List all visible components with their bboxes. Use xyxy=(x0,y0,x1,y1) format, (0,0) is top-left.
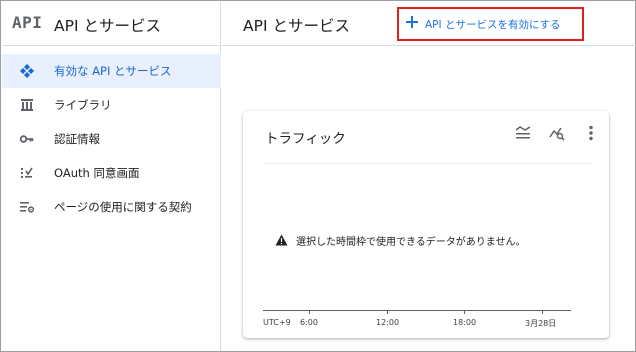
sidebar-item-credentials[interactable]: 認証情報 xyxy=(2,122,221,156)
app-window: API API とサービス 有効な API とサービス ライブラリ 認証情報 O… xyxy=(0,0,636,352)
card-title: トラフィック xyxy=(265,131,346,147)
x-tick xyxy=(464,310,465,314)
query-chart-icon xyxy=(548,124,566,146)
x-tick-label: 12:00 xyxy=(376,318,400,327)
enable-apis-label: API とサービスを有効にする xyxy=(425,19,561,31)
more-vert-icon xyxy=(582,124,600,146)
sidebar-item-label: ページの使用に関する契約 xyxy=(54,200,192,214)
x-tick xyxy=(309,310,310,314)
compare-lines-icon xyxy=(514,124,532,146)
sidebar: API API とサービス 有効な API とサービス ライブラリ 認証情報 O… xyxy=(2,2,221,351)
oauth-consent-icon xyxy=(19,165,35,181)
card-divider xyxy=(263,163,593,164)
settings-list-icon xyxy=(19,199,35,215)
sidebar-item-enabled-apis[interactable]: 有効な API とサービス xyxy=(2,54,221,88)
page-title: API とサービス xyxy=(243,17,350,35)
sidebar-title: API とサービス xyxy=(54,17,161,35)
timezone-label: UTC+9 xyxy=(263,318,291,327)
sidebar-item-label: 有効な API とサービス xyxy=(54,64,172,78)
x-tick-label: 3月28日 xyxy=(525,319,557,328)
traffic-card: トラフィック 選択した時間枠で使用できるデータがありません。 UTC+9 6:0… xyxy=(243,111,609,338)
x-tick xyxy=(387,310,388,314)
plus-icon xyxy=(405,14,419,28)
x-tick-label: 6:00 xyxy=(300,318,318,327)
x-tick xyxy=(542,310,543,314)
sidebar-header: API API とサービス xyxy=(2,2,221,46)
sidebar-item-oauth[interactable]: OAuth 同意画面 xyxy=(2,156,221,190)
sidebar-item-library[interactable]: ライブラリ xyxy=(2,88,221,122)
empty-state: 選択した時間枠で使用できるデータがありません。 xyxy=(275,231,526,250)
compare-button[interactable] xyxy=(511,123,535,147)
sidebar-item-page-agreements[interactable]: ページの使用に関する契約 xyxy=(2,190,221,224)
sidebar-nav: 有効な API とサービス ライブラリ 認証情報 OAuth 同意画面 ページの… xyxy=(2,54,221,224)
api-diamond-icon xyxy=(19,63,35,79)
header: API とサービス API とサービスを有効にする xyxy=(222,2,636,46)
sidebar-item-label: OAuth 同意画面 xyxy=(54,166,140,180)
warning-icon xyxy=(275,231,288,250)
sidebar-item-label: ライブラリ xyxy=(54,98,112,112)
api-logo: API xyxy=(12,13,43,32)
empty-state-message: 選択した時間枠で使用できるデータがありません。 xyxy=(296,237,526,248)
more-options-button[interactable] xyxy=(579,123,603,147)
library-icon xyxy=(19,97,35,113)
card-actions xyxy=(511,123,603,147)
x-tick-label: 18:00 xyxy=(453,318,477,327)
key-icon xyxy=(19,131,35,147)
sidebar-item-label: 認証情報 xyxy=(54,132,100,146)
enable-apis-button[interactable]: API とサービスを有効にする xyxy=(397,7,584,41)
explore-query-button[interactable] xyxy=(545,123,569,147)
